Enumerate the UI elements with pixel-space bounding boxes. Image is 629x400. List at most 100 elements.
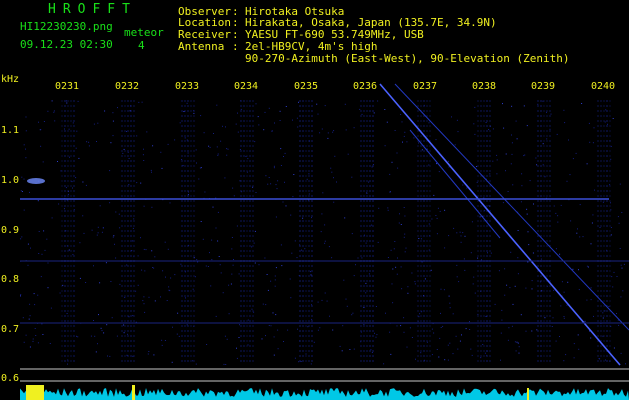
noise-dot xyxy=(469,321,470,323)
noise-dot xyxy=(184,137,186,139)
noise-dot xyxy=(346,305,348,307)
noise-dot xyxy=(305,353,307,355)
noise-dot xyxy=(20,295,21,297)
noise-dot xyxy=(102,227,104,229)
noise-dot xyxy=(99,205,101,207)
noise-dot xyxy=(129,110,131,112)
noise-dot xyxy=(553,205,555,207)
noise-dot xyxy=(620,264,622,266)
noise-dot xyxy=(527,261,529,263)
noise-dot xyxy=(428,164,430,166)
noise-dot xyxy=(133,218,135,220)
noise-dot xyxy=(517,230,519,231)
noise-dot xyxy=(536,164,538,166)
noise-dot xyxy=(440,312,441,314)
noise-dot xyxy=(111,317,113,319)
noise-dot xyxy=(531,330,533,332)
noise-dot xyxy=(459,231,461,233)
app-brand: HROFFT xyxy=(48,2,137,17)
noise-dot xyxy=(170,277,172,279)
noise-dot xyxy=(407,292,409,294)
noise-dot xyxy=(97,122,99,124)
noise-dot xyxy=(171,361,173,363)
noise-dot xyxy=(341,350,343,352)
noise-dot xyxy=(392,268,394,270)
noise-dot xyxy=(396,152,398,154)
freq-tick: 0.9 xyxy=(1,225,20,236)
noise-dot xyxy=(509,287,511,289)
noise-dot xyxy=(563,317,565,319)
noise-dot xyxy=(280,244,282,246)
time-tick: 0234 xyxy=(234,81,259,92)
noise-dot xyxy=(32,338,34,340)
noise-dot xyxy=(96,234,98,236)
noise-dot xyxy=(167,248,169,250)
noise-dot xyxy=(463,258,465,260)
noise-dot xyxy=(237,131,239,133)
noise-dot xyxy=(321,299,323,301)
noise-dot xyxy=(378,207,380,209)
noise-dot xyxy=(471,221,473,223)
noise-dot xyxy=(116,335,118,337)
noise-dot xyxy=(578,269,579,271)
noise-dot xyxy=(618,222,620,224)
noise-dot xyxy=(185,297,186,299)
noise-dot xyxy=(211,239,213,241)
noise-dot xyxy=(270,183,272,185)
noise-dot xyxy=(277,180,279,182)
noise-dot xyxy=(86,141,88,143)
noise-dot xyxy=(440,327,442,328)
noise-dot xyxy=(236,357,238,359)
noise-dot xyxy=(230,283,232,285)
noise-dot xyxy=(431,218,433,220)
noise-dot xyxy=(324,240,326,242)
noise-dot xyxy=(563,360,565,362)
noise-dot xyxy=(143,248,145,250)
freq-tick: 1.0 xyxy=(1,175,20,186)
noise-dot xyxy=(115,257,117,259)
noise-dot xyxy=(400,224,402,225)
noise-dot xyxy=(99,282,101,284)
noise-dot xyxy=(174,139,176,141)
noise-dot xyxy=(351,233,353,235)
noise-dot xyxy=(553,289,555,291)
noise-dot xyxy=(154,300,156,302)
noise-dot xyxy=(213,133,214,134)
noise-dot xyxy=(575,152,577,154)
noise-dot xyxy=(291,252,293,254)
noise-dot xyxy=(385,312,386,314)
noise-dot xyxy=(47,262,49,264)
noise-dot xyxy=(414,283,416,285)
noise-dot xyxy=(516,341,518,343)
noise-dot xyxy=(563,316,565,317)
noise-dot xyxy=(511,134,512,136)
noise-dot xyxy=(550,113,552,115)
noise-dot xyxy=(492,160,494,162)
noise-dot xyxy=(123,324,125,326)
noise-dot xyxy=(123,148,125,150)
noise-dot xyxy=(91,229,93,231)
noise-dot xyxy=(140,182,142,184)
noise-dot xyxy=(418,142,419,144)
noise-dot xyxy=(113,235,115,237)
noise-dot xyxy=(621,212,623,213)
noise-dot xyxy=(418,316,420,318)
noise-dot xyxy=(292,196,294,198)
noise-dot xyxy=(605,109,607,111)
noise-dot xyxy=(409,327,411,329)
noise-dot xyxy=(83,232,85,234)
noise-dot xyxy=(132,240,134,242)
noise-dot xyxy=(390,249,392,251)
noise-dot xyxy=(37,294,39,296)
noise-dot xyxy=(262,303,264,305)
noise-dot xyxy=(564,122,566,124)
noise-dot xyxy=(577,334,579,336)
noise-dot xyxy=(140,237,141,239)
noise-dot xyxy=(106,324,108,326)
noise-dot xyxy=(456,232,458,234)
noise-dot xyxy=(321,213,323,215)
noise-dot xyxy=(151,250,153,252)
spectrogram-window: HROFFT HI12230230.png 09.12.23 02:30 met… xyxy=(0,0,629,400)
noise-dot xyxy=(447,160,449,162)
noise-dot xyxy=(128,158,130,159)
